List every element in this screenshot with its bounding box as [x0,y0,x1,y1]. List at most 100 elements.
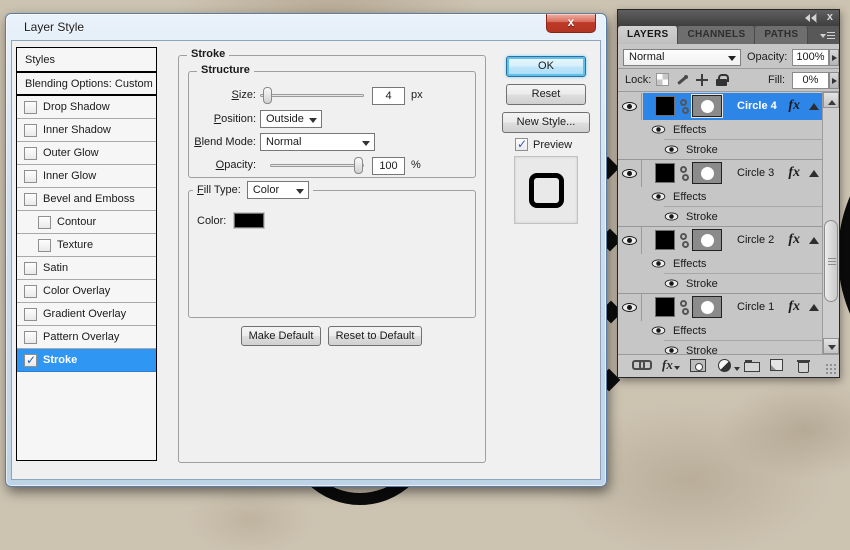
panel-resize-grip[interactable] [825,363,837,375]
layer-name[interactable]: Circle 4 [737,100,777,112]
checkbox[interactable] [24,147,37,160]
collapse-panel-icon[interactable] [801,14,813,22]
style-item-contour[interactable]: Contour [17,211,156,234]
blend-mode-dropdown[interactable]: Normal [260,133,375,151]
adjustment-layer-icon[interactable] [718,359,731,372]
checkbox[interactable] [24,101,37,114]
lock-all-icon[interactable] [715,73,729,87]
layer-name[interactable]: Circle 2 [737,234,774,246]
checkbox[interactable] [24,308,37,321]
style-item-drop-shadow[interactable]: Drop Shadow [17,96,156,119]
layer-row-circle-3[interactable]: Circle 3 fx [618,160,839,187]
layers-scrollbar[interactable] [822,92,839,354]
layer-blend-mode-dropdown[interactable]: Normal [623,49,741,66]
visibility-cell[interactable] [618,160,642,187]
eye-icon[interactable] [652,326,666,334]
stroke-effect-row[interactable]: Stroke [618,274,822,293]
reset-to-default-button[interactable]: Reset to Default [328,326,422,346]
visibility-cell[interactable] [618,294,642,321]
eye-icon[interactable] [652,125,666,133]
fill-flyout-arrow[interactable] [829,72,839,89]
checkbox[interactable] [24,124,37,137]
style-item-bevel-and-emboss[interactable]: Bevel and Emboss [17,188,156,211]
layer-row-circle-1[interactable]: Circle 1 fx [618,294,839,321]
eye-icon[interactable] [665,279,679,287]
preview-checkbox[interactable] [515,138,528,151]
fx-badge-icon[interactable]: fx [788,165,800,181]
style-item-inner-glow[interactable]: Inner Glow [17,165,156,188]
checkbox[interactable] [24,331,37,344]
style-item-color-overlay[interactable]: Color Overlay [17,280,156,303]
mask-link-icon[interactable] [680,99,687,106]
effects-row[interactable]: Effects [618,120,822,139]
stroke-effect-row[interactable]: Stroke [618,140,822,159]
mask-link-icon[interactable] [680,233,687,240]
checkbox[interactable] [24,170,37,183]
link-layers-icon[interactable] [632,359,648,367]
new-style-button[interactable]: New Style... [502,112,590,133]
effects-row[interactable]: Effects [618,254,822,273]
reset-button[interactable]: Reset [506,84,586,105]
checkbox[interactable] [38,216,51,229]
add-layer-mask-icon[interactable] [690,359,706,372]
size-slider-thumb[interactable] [263,87,272,104]
style-item-satin[interactable]: Satin [17,257,156,280]
visibility-cell[interactable] [618,227,642,254]
collapse-effects-icon[interactable] [809,304,819,311]
mask-link-icon[interactable] [680,300,687,307]
layer-row-circle-4[interactable]: Circle 4 fx [618,93,839,120]
size-input[interactable]: 4 [372,87,405,105]
fx-badge-icon[interactable]: fx [788,299,800,315]
ok-button[interactable]: OK [506,56,586,77]
new-group-icon[interactable] [744,362,760,372]
checkbox[interactable] [24,262,37,275]
style-item-inner-shadow[interactable]: Inner Shadow [17,119,156,142]
layer-mask-thumbnail[interactable] [692,229,722,251]
layer-name[interactable]: Circle 1 [737,301,774,313]
panel-menu-icon[interactable] [820,30,836,42]
panel-close-icon[interactable]: x [827,11,833,23]
scroll-down-button[interactable] [823,338,839,354]
eye-icon[interactable] [665,145,679,153]
eye-icon[interactable] [622,102,637,111]
eye-icon[interactable] [622,303,637,312]
scrollbar-thumb[interactable] [824,220,838,302]
lock-position-icon[interactable] [695,73,709,87]
effects-row[interactable]: Effects [618,321,822,340]
opacity-slider-thumb[interactable] [354,157,363,174]
fx-badge-icon[interactable]: fx [788,232,800,248]
checkbox[interactable] [24,354,37,367]
layer-row-circle-2[interactable]: Circle 2 fx [618,227,839,254]
style-item-gradient-overlay[interactable]: Gradient Overlay [17,303,156,326]
style-item-outer-glow[interactable]: Outer Glow [17,142,156,165]
checkbox[interactable] [24,193,37,206]
add-layer-style-icon[interactable]: fx [662,357,680,373]
tab-paths[interactable]: PATHS [755,26,808,44]
delete-layer-icon[interactable] [798,362,809,373]
tab-channels[interactable]: CHANNELS [678,26,755,44]
layer-mask-thumbnail[interactable] [692,162,722,184]
scroll-up-button[interactable] [823,92,839,108]
collapse-effects-icon[interactable] [809,103,819,110]
eye-icon[interactable] [652,192,666,200]
lock-pixels-icon[interactable] [675,73,689,87]
layer-thumbnail[interactable] [655,96,675,116]
position-dropdown[interactable]: Outside [260,110,322,128]
layer-opacity-value[interactable]: 100% [792,49,829,66]
eye-icon[interactable] [622,236,637,245]
layer-mask-thumbnail[interactable] [692,95,722,117]
eye-icon[interactable] [622,169,637,178]
layer-thumbnail[interactable] [655,163,675,183]
make-default-button[interactable]: Make Default [241,326,321,346]
tab-layers[interactable]: LAYERS [618,26,678,44]
eye-icon[interactable] [665,212,679,220]
eye-icon[interactable] [652,259,666,267]
mask-link-icon[interactable] [680,166,687,173]
style-item-pattern-overlay[interactable]: Pattern Overlay [17,326,156,349]
layer-thumbnail[interactable] [655,230,675,250]
opacity-slider-track[interactable] [270,164,364,167]
blending-options-item[interactable]: Blending Options: Custom [17,73,156,96]
close-button[interactable]: x [546,14,596,33]
checkbox[interactable] [38,239,51,252]
size-slider-track[interactable] [260,94,364,97]
